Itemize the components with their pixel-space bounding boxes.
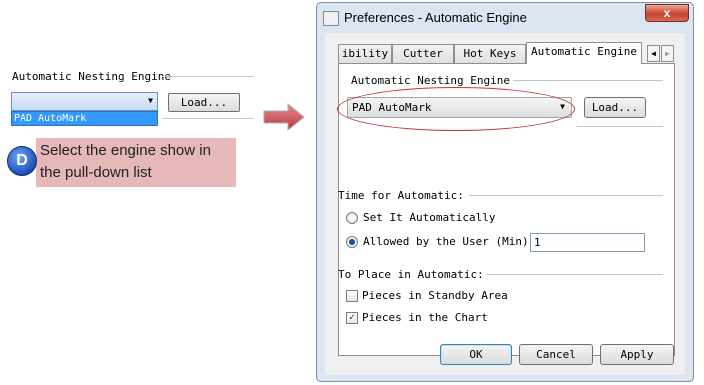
tab-scroll-right-icon[interactable]: ▶ bbox=[661, 45, 674, 62]
checkbox-pieces-in-chart[interactable]: ✓ bbox=[346, 312, 358, 324]
left-engine-combobox[interactable]: ▼ bbox=[11, 92, 158, 111]
left-dropdown-option[interactable]: PAD AutoMark bbox=[11, 111, 158, 126]
left-load-button[interactable]: Load... bbox=[168, 93, 240, 112]
automatic-engine-panel: Automatic Nesting Engine PAD AutoMark ▼ … bbox=[337, 63, 675, 356]
engine-group-label: Automatic Nesting Engine bbox=[351, 74, 510, 87]
chevron-down-icon: ▼ bbox=[148, 96, 153, 105]
dialog-titlebar[interactable]: Preferences - Automatic Engine x bbox=[317, 3, 693, 31]
radio-allowed-by-user[interactable] bbox=[346, 236, 358, 248]
time-group-label: Time for Automatic: bbox=[338, 189, 464, 202]
tab-cutter[interactable]: Cutter bbox=[392, 44, 454, 63]
left-group-label: Automatic Nesting Engine bbox=[12, 70, 171, 83]
instruction-text: Select the engine show in the pull-down … bbox=[40, 142, 211, 181]
annotation-ellipse bbox=[337, 87, 575, 131]
checkbox-standby-area-label: Pieces in Standby Area bbox=[362, 289, 508, 302]
load-button[interactable]: Load... bbox=[584, 97, 646, 118]
place-group-label: To Place in Automatic: bbox=[338, 268, 484, 281]
radio-set-automatically-label: Set It Automatically bbox=[363, 211, 496, 224]
left-group-divider-lower bbox=[162, 118, 254, 119]
close-button[interactable]: x bbox=[645, 4, 689, 22]
arrow-right-icon bbox=[263, 102, 305, 132]
ok-button[interactable]: OK bbox=[440, 344, 512, 365]
app-icon bbox=[323, 11, 339, 26]
preferences-dialog: Preferences - Automatic Engine x ibility… bbox=[316, 2, 694, 382]
time-group-divider bbox=[469, 195, 663, 196]
place-group-divider bbox=[487, 274, 663, 275]
step-badge: D bbox=[7, 146, 37, 176]
dialog-title: Preferences - Automatic Engine bbox=[344, 10, 527, 25]
engine-group-bottom-line bbox=[577, 126, 663, 127]
apply-button[interactable]: Apply bbox=[600, 344, 674, 365]
dialog-client-area: ibility Cutter Hot Keys Automatic Engine… bbox=[325, 33, 685, 375]
minutes-input[interactable]: 1 bbox=[530, 233, 645, 252]
checkbox-standby-area[interactable] bbox=[346, 290, 358, 302]
engine-group-divider bbox=[513, 80, 663, 81]
checkbox-pieces-in-chart-label: Pieces in the Chart bbox=[362, 311, 488, 324]
tab-visibility[interactable]: ibility bbox=[338, 44, 392, 63]
tab-hot-keys[interactable]: Hot Keys bbox=[454, 44, 526, 63]
cancel-button[interactable]: Cancel bbox=[519, 344, 593, 365]
left-group-divider bbox=[162, 76, 254, 77]
tab-automatic-engine[interactable]: Automatic Engine bbox=[526, 42, 642, 64]
radio-set-automatically[interactable] bbox=[346, 212, 358, 224]
tab-scroll-left-icon[interactable]: ◀ bbox=[647, 45, 660, 62]
radio-allowed-by-user-label: Allowed by the User (Min): bbox=[363, 235, 536, 248]
